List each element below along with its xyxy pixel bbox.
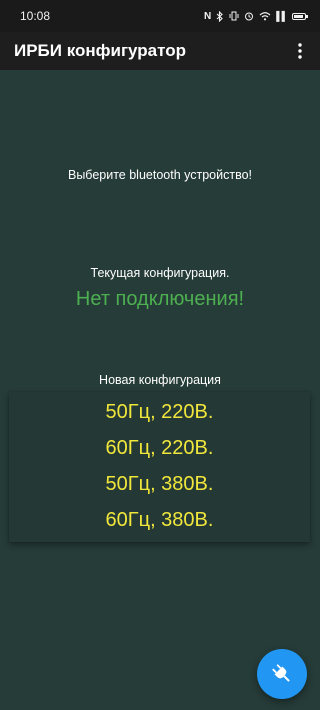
status-bar: 10:08 N ▌▌ bbox=[0, 0, 320, 32]
more-vert-icon[interactable] bbox=[290, 36, 310, 66]
nfc-icon: N bbox=[204, 10, 212, 22]
vibrate-icon bbox=[229, 11, 239, 21]
config-options-list: 50Гц, 220В. 60Гц, 220В. 50Гц, 380В. 60Гц… bbox=[9, 392, 310, 542]
config-option-60hz-220v[interactable]: 60Гц, 220В. bbox=[9, 430, 310, 466]
config-option-50hz-220v[interactable]: 50Гц, 220В. bbox=[9, 394, 310, 430]
config-option-50hz-380v[interactable]: 50Гц, 380В. bbox=[9, 466, 310, 502]
bluetooth-connect-icon bbox=[272, 664, 290, 682]
select-device-prompt: Выберите bluetooth устройство! bbox=[67, 168, 252, 182]
connection-status: Нет подключения! bbox=[75, 288, 245, 310]
config-option-60hz-380v[interactable]: 60Гц, 380В. bbox=[9, 502, 310, 538]
alarm-icon bbox=[245, 12, 254, 21]
signal-icon: ▌▌ bbox=[276, 11, 288, 21]
new-config-label: Новая конфигурация bbox=[99, 373, 221, 387]
app-bar: ИРБИ конфигуратор bbox=[0, 32, 320, 70]
battery-icon bbox=[292, 12, 308, 20]
app-title: ИРБИ конфигуратор bbox=[14, 41, 187, 60]
wifi-icon bbox=[259, 12, 271, 21]
connect-button[interactable] bbox=[257, 649, 307, 699]
bluetooth-icon bbox=[216, 10, 224, 22]
status-time: 10:08 bbox=[20, 9, 51, 23]
current-config-label: Текущая конфигурация. bbox=[90, 266, 230, 280]
status-icons: N ▌▌ bbox=[204, 10, 308, 22]
